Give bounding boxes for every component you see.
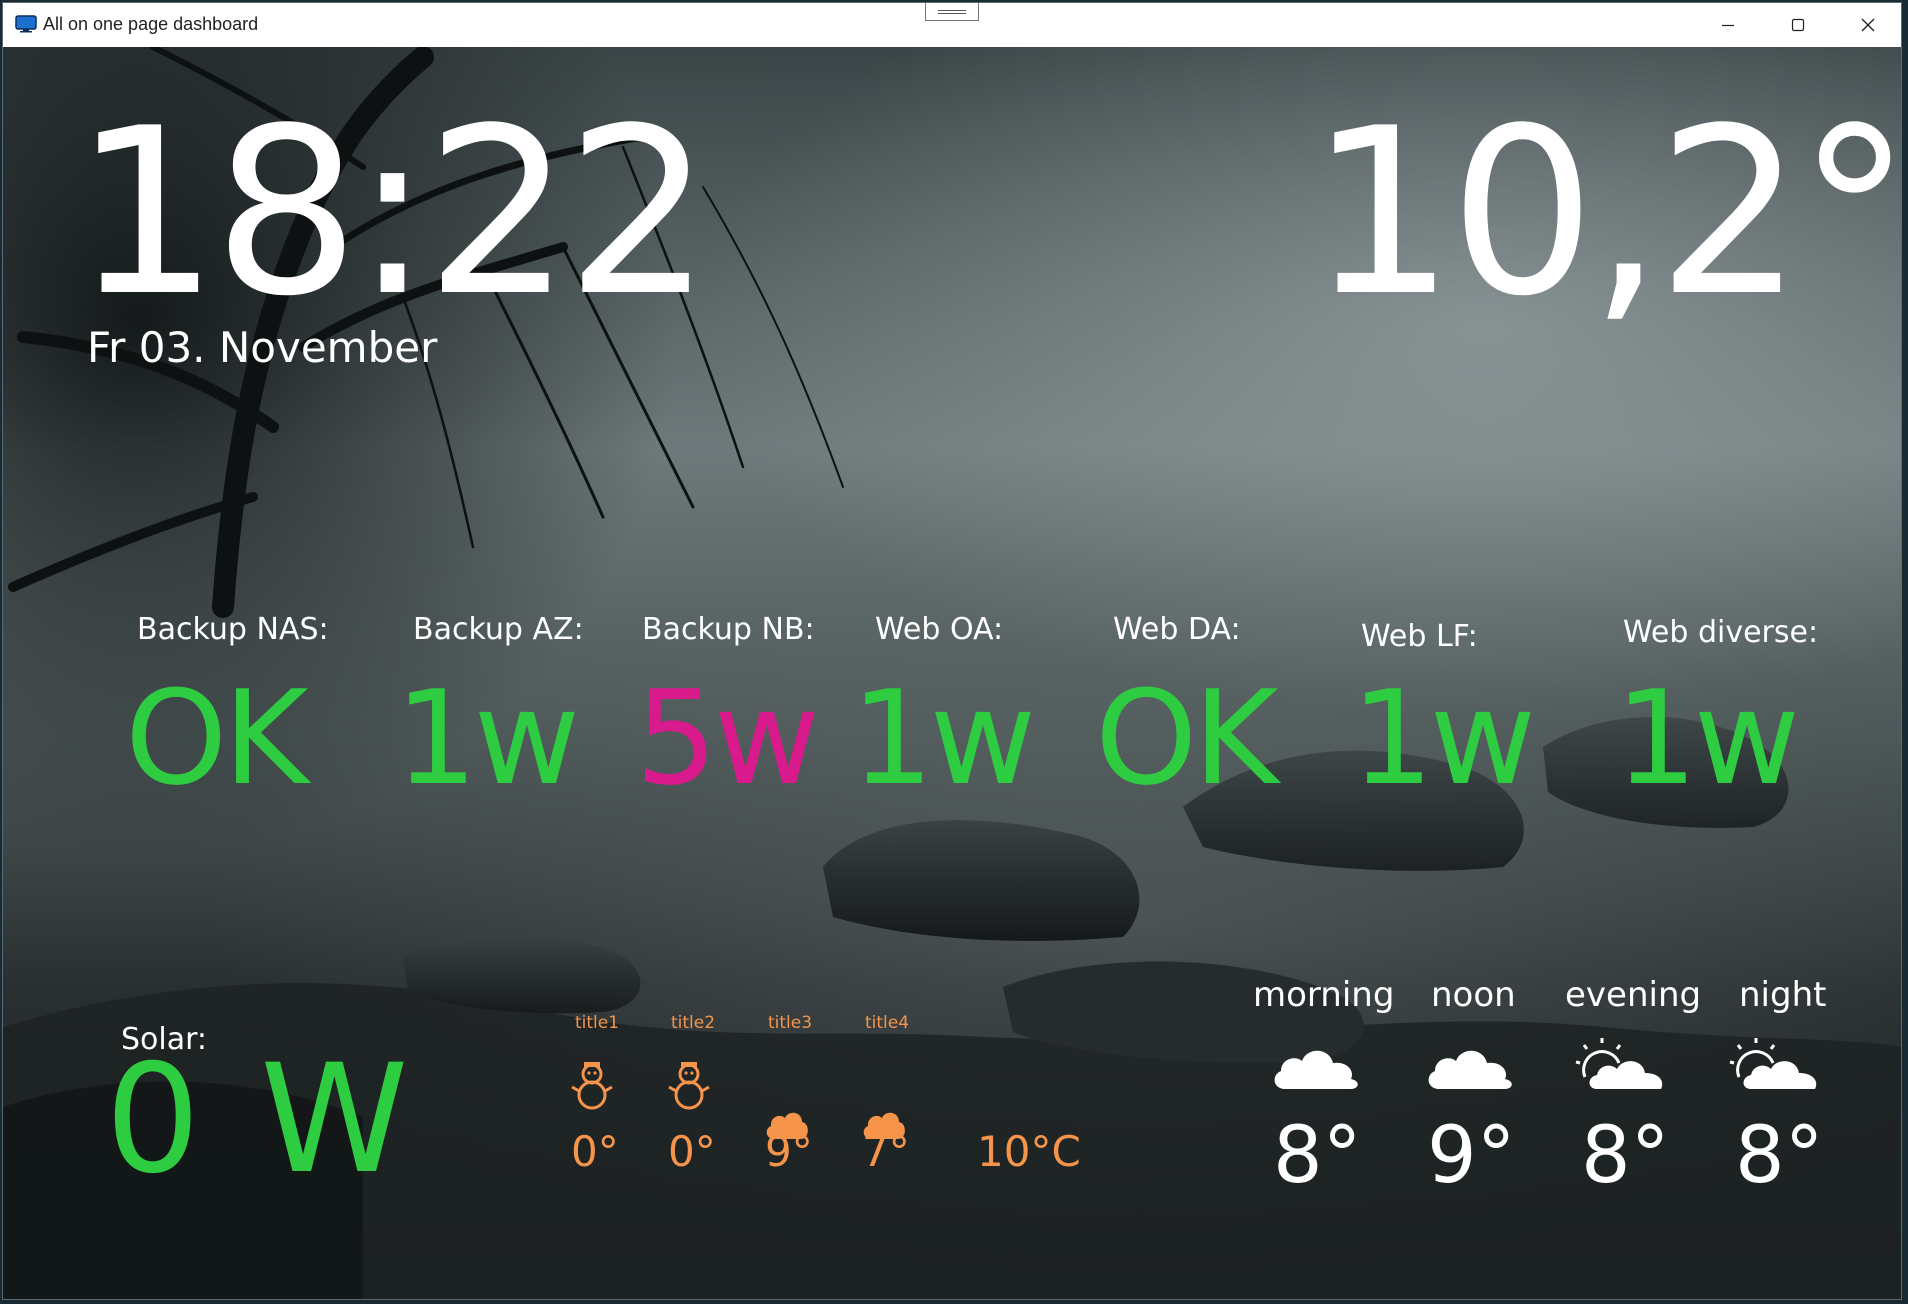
forecast-title-4: title4 (865, 1013, 910, 1033)
close-icon (1861, 18, 1875, 32)
day-temp-evening: 8° (1581, 1111, 1670, 1201)
day-temp-morning: 8° (1273, 1111, 1362, 1201)
partly-cloudy-icon (1575, 1038, 1663, 1089)
status-label-backup-az: Backup AZ: (413, 612, 584, 647)
clock-time: 18:22 (73, 80, 712, 347)
app-window: All on one page dashboard 18:22 Fr 03. N… (2, 2, 1902, 1300)
solar-value: 0 W (105, 1033, 415, 1207)
snowman-icon (668, 1062, 710, 1110)
forecast-temp-3: 9° (765, 1127, 813, 1176)
snowman-icon (571, 1062, 613, 1110)
forecast-title-2: title2 (671, 1013, 716, 1033)
maximize-button[interactable] (1763, 3, 1833, 47)
status-value-web-lf: 1w (1351, 662, 1536, 814)
clock-date: Fr 03. November (87, 323, 438, 372)
status-label-backup-nas: Backup NAS: (137, 612, 329, 647)
dashboard: 18:22 Fr 03. November 10,2° Backup NAS: … (3, 47, 1901, 1299)
status-label-web-oa: Web OA: (875, 612, 1004, 647)
minimize-button[interactable] (1693, 3, 1763, 47)
forecast-extra-temp: 10°C (977, 1127, 1081, 1176)
minimize-icon (1722, 24, 1734, 27)
day-label-evening: evening (1565, 975, 1702, 1015)
day-temp-night: 8° (1735, 1111, 1824, 1201)
current-temperature: 10,2° (1309, 80, 1901, 347)
cloud-icon (1428, 1050, 1512, 1089)
forecast-title-3: title3 (768, 1013, 813, 1033)
status-value-web-da: OK (1095, 662, 1279, 814)
forecast-title-1: title1 (575, 1013, 620, 1033)
title-bar[interactable]: All on one page dashboard (3, 3, 1901, 47)
status-label-web-da: Web DA: (1113, 612, 1241, 647)
forecast-temp-1: 0° (571, 1127, 619, 1176)
close-button[interactable] (1833, 3, 1901, 47)
status-value-backup-az: 1w (395, 662, 580, 814)
status-value-web-oa: 1w (851, 662, 1036, 814)
status-value-backup-nb: 5w (635, 662, 820, 814)
day-temp-noon: 9° (1427, 1111, 1516, 1201)
maximize-icon (1791, 18, 1805, 32)
window-title: All on one page dashboard (43, 14, 259, 34)
partly-cloudy-icon (1729, 1038, 1817, 1089)
snap-layout-handle[interactable] (925, 3, 979, 21)
day-label-night: night (1739, 975, 1827, 1015)
forecast-temp-2: 0° (668, 1127, 716, 1176)
monitor-icon (15, 15, 37, 33)
status-label-web-lf: Web LF: (1361, 619, 1478, 654)
status-value-web-diverse: 1w (1615, 662, 1800, 814)
status-value-backup-nas: OK (125, 662, 309, 814)
day-label-noon: noon (1431, 975, 1516, 1015)
status-label-web-diverse: Web diverse: (1623, 615, 1819, 650)
status-label-backup-nb: Backup NB: (642, 612, 815, 647)
forecast-temp-4: 7° (862, 1127, 910, 1176)
day-label-morning: morning (1253, 975, 1395, 1015)
cloud-icon (1274, 1050, 1358, 1089)
